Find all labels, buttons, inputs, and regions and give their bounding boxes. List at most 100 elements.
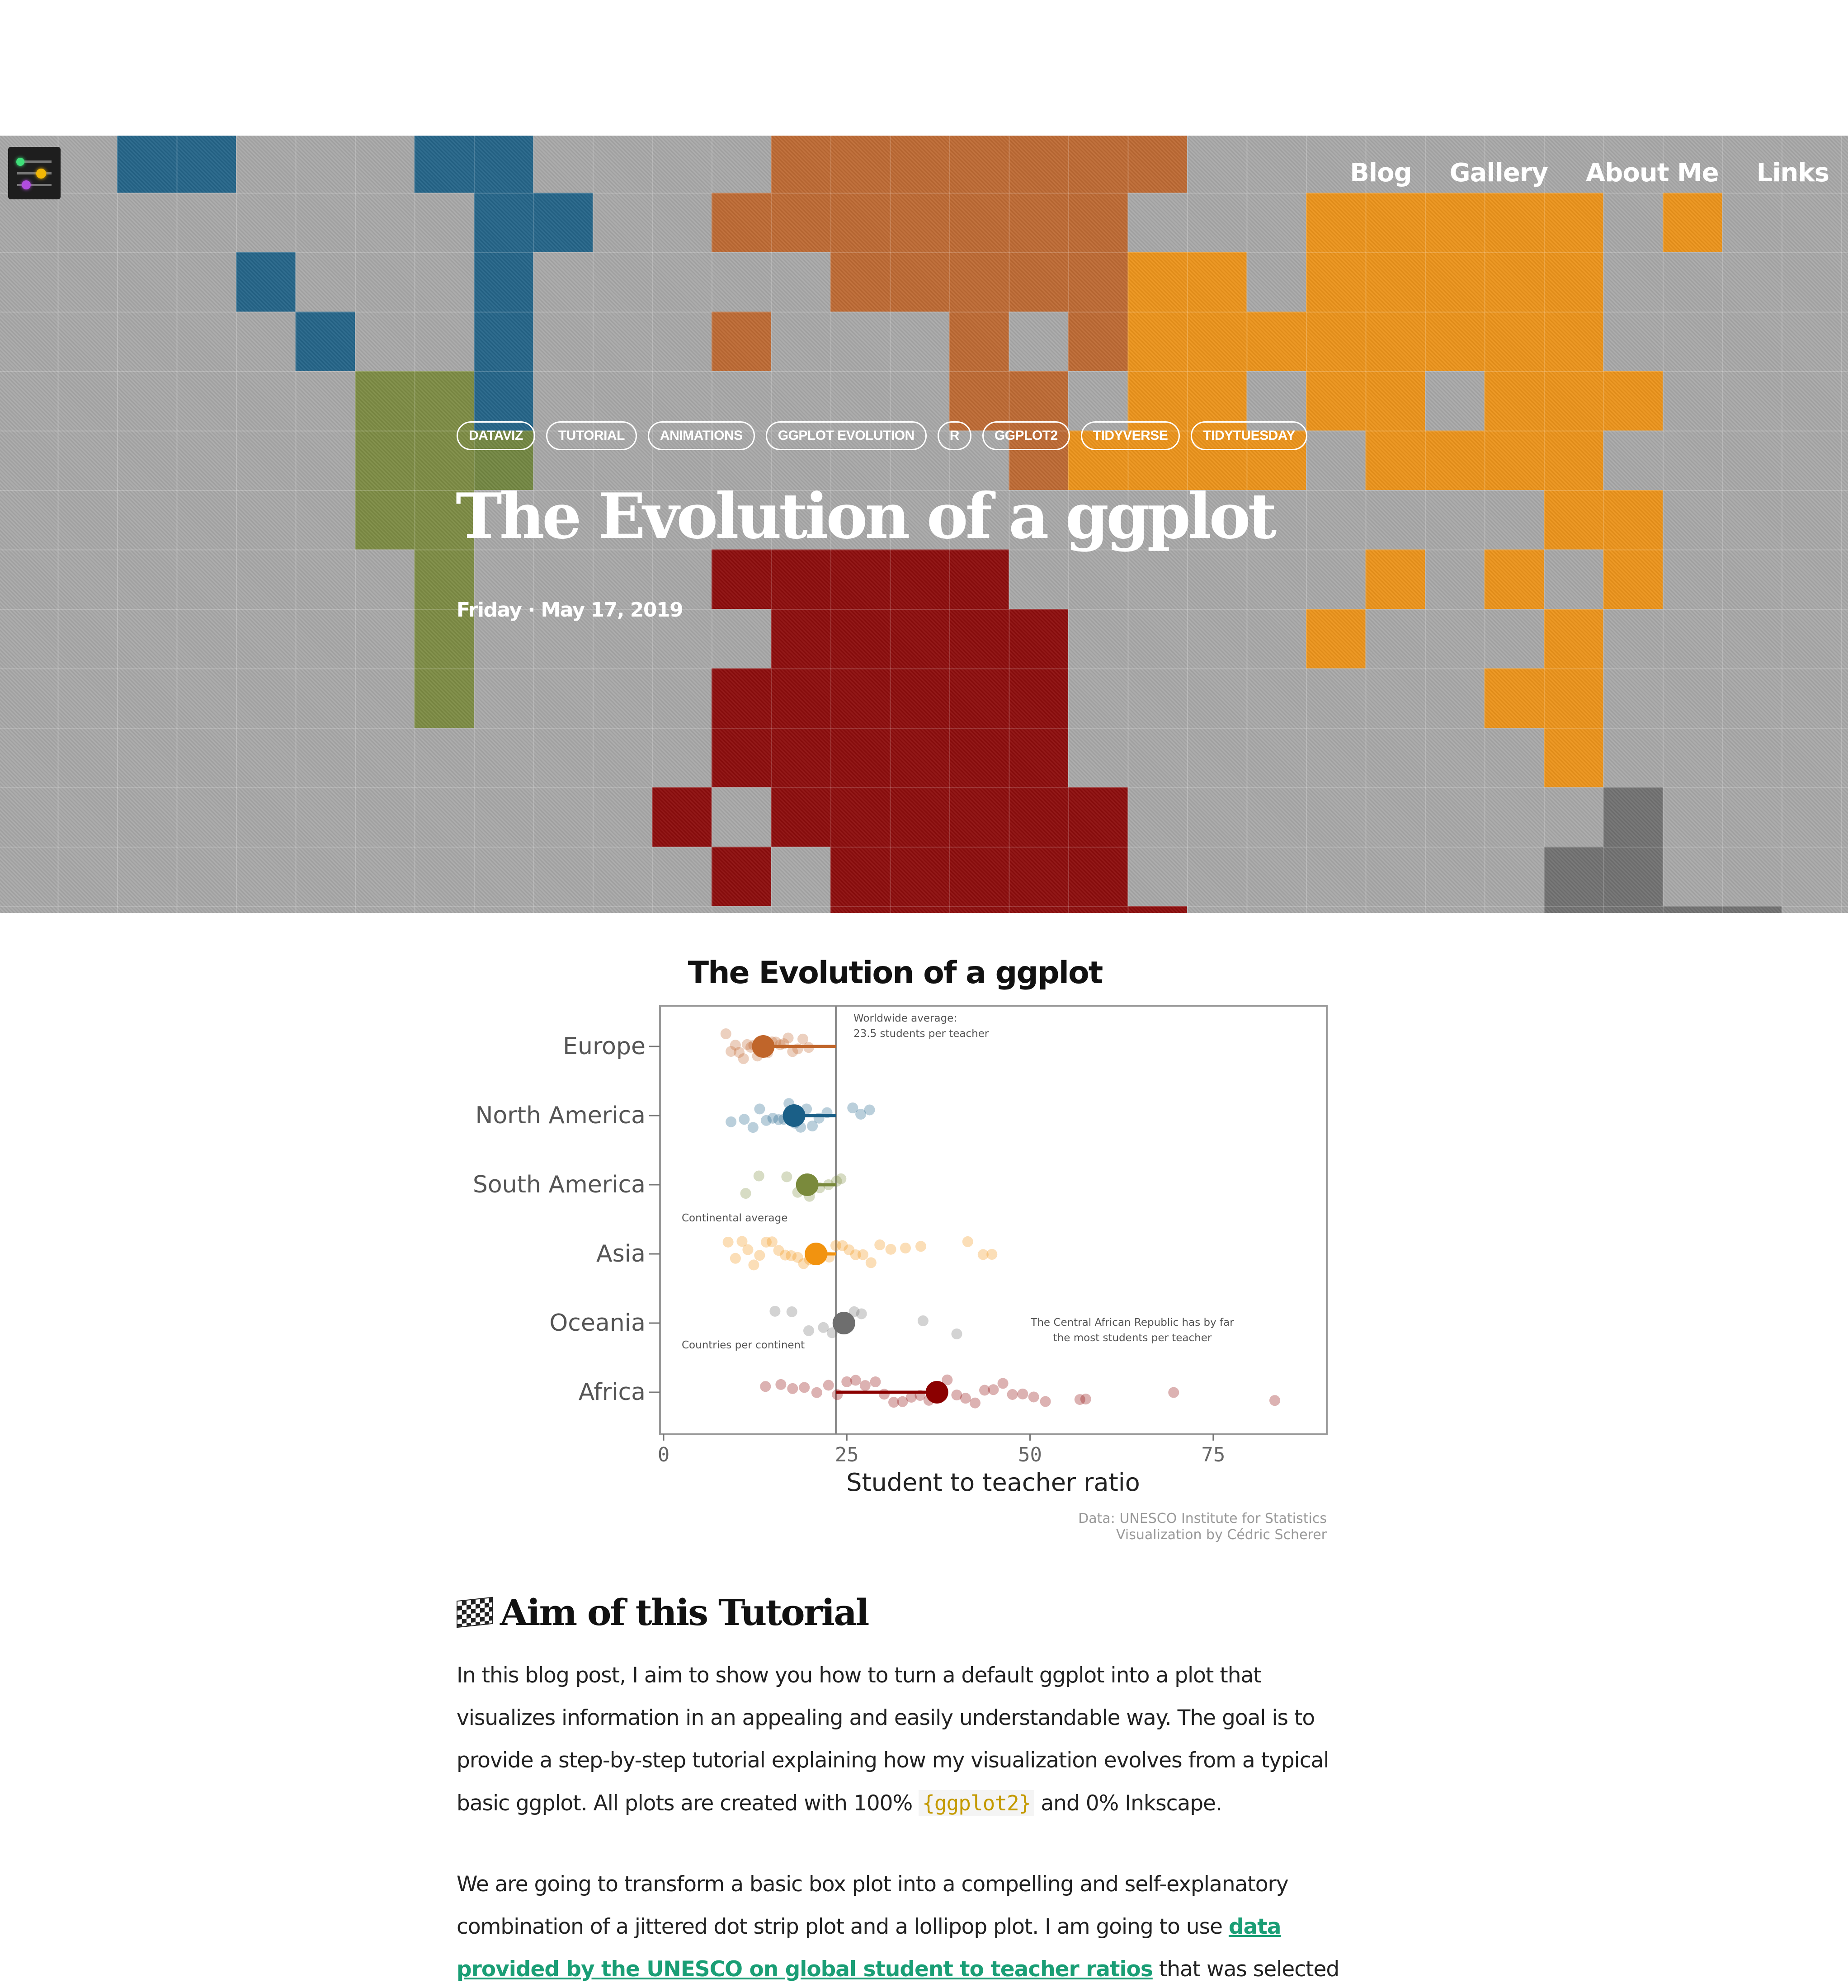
- country-point: [760, 1381, 771, 1392]
- nav-link-links[interactable]: Links: [1757, 158, 1829, 188]
- country-point: [885, 1244, 896, 1255]
- country-point: [1080, 1394, 1091, 1405]
- hero-tile: [1484, 430, 1544, 490]
- hero-tile: [949, 906, 1009, 913]
- hero-tile: [1127, 252, 1187, 312]
- second-text: We are going to transform a basic box pl…: [457, 1872, 1289, 1939]
- country-point: [960, 1393, 971, 1404]
- hero-tile: [890, 193, 949, 252]
- nav-link-gallery[interactable]: Gallery: [1450, 158, 1548, 188]
- hero-tile: [1306, 311, 1366, 371]
- hero-tile: [176, 136, 236, 193]
- country-point: [850, 1375, 861, 1386]
- hero-tile: [890, 906, 949, 913]
- country-point: [988, 1384, 999, 1395]
- country-point: [730, 1253, 741, 1264]
- hero-tile: [1068, 193, 1128, 252]
- hero-tile: [1365, 252, 1425, 312]
- country-point: [835, 1173, 847, 1184]
- hero-tile: [1544, 728, 1603, 787]
- y-tick-label: Africa: [579, 1379, 646, 1406]
- chart-caption: Visualization by Cédric Scherer: [1116, 1527, 1327, 1543]
- country-point: [740, 1188, 751, 1199]
- tag-dataviz[interactable]: DATAVIZ: [457, 421, 535, 450]
- hero-tile: [949, 609, 1009, 669]
- country-point: [799, 1382, 810, 1393]
- hero-tile: [830, 549, 890, 609]
- yellow-dot-icon: [36, 169, 46, 179]
- tag-r[interactable]: R: [937, 421, 971, 450]
- hero-tile: [1009, 787, 1068, 847]
- hero-tile: [890, 668, 949, 728]
- hero-tile: [474, 193, 533, 252]
- tag-tidytuesday[interactable]: TIDYTUESDAY: [1191, 421, 1307, 450]
- hero-tile: [1068, 252, 1128, 312]
- country-point: [856, 1308, 867, 1319]
- ggplot2-code: {ggplot2}: [919, 1790, 1035, 1816]
- x-tick-label: 25: [835, 1443, 859, 1466]
- hero-tile: [949, 193, 1009, 252]
- hero-tile: [1484, 549, 1544, 609]
- country-point: [766, 1236, 778, 1248]
- site-logo[interactable]: [8, 147, 61, 199]
- nav-link-blog[interactable]: Blog: [1350, 158, 1412, 188]
- hero-tile: [474, 136, 533, 193]
- country-point: [997, 1378, 1009, 1389]
- hero-tile: [236, 252, 296, 312]
- hero-tile: [1009, 193, 1068, 252]
- hero-tile: [949, 787, 1009, 847]
- hero-tile: [1068, 847, 1128, 906]
- hero-tile: [771, 136, 830, 193]
- hero-tile: [1484, 371, 1544, 431]
- hero-tile: [712, 668, 771, 728]
- country-point: [1028, 1391, 1039, 1403]
- hero-tile: [474, 311, 533, 371]
- tag-tidyverse[interactable]: TIDYVERSE: [1080, 421, 1180, 450]
- hero-tile: [1068, 311, 1128, 371]
- hero-tile: [355, 430, 415, 490]
- tag-tutorial[interactable]: TUTORIAL: [546, 421, 637, 450]
- country-point: [878, 1389, 890, 1400]
- hero-tile: [949, 311, 1009, 371]
- country-point: [739, 1114, 750, 1125]
- hero-tile: [1603, 847, 1663, 906]
- country-point: [857, 1249, 868, 1260]
- country-point: [870, 1376, 881, 1388]
- annotation-countries-per-continent: Countries per continent: [682, 1339, 805, 1351]
- hero-tile: [1484, 311, 1544, 371]
- country-point: [874, 1239, 886, 1250]
- country-point: [753, 1170, 764, 1182]
- hero-tile: [117, 136, 177, 193]
- country-point: [726, 1116, 737, 1127]
- tag-animations[interactable]: ANIMATIONS: [647, 421, 755, 450]
- hero-tile: [1365, 430, 1425, 490]
- hero-tile: [949, 668, 1009, 728]
- hero-tile: [652, 787, 712, 847]
- hero-tile: [1009, 906, 1068, 913]
- hero-tile: [1603, 906, 1663, 913]
- hero-tile: [1365, 549, 1425, 609]
- hero-tile: [771, 728, 830, 787]
- hero-tile: [1306, 371, 1366, 431]
- hero-tile: [712, 549, 771, 609]
- continent-average-point: [796, 1173, 819, 1196]
- tag-ggplot-evolution[interactable]: GGPLOT EVOLUTION: [765, 421, 927, 450]
- post-title: The Evolution of a ggplot: [456, 479, 1277, 553]
- hero-tile: [1127, 311, 1187, 371]
- hero-tile: [533, 193, 593, 252]
- y-tick-label: South America: [473, 1171, 646, 1198]
- country-point: [1269, 1395, 1281, 1406]
- country-point: [738, 1053, 749, 1065]
- tag-ggplot2[interactable]: GGPLOT2: [982, 421, 1070, 450]
- hero-tile: [1365, 193, 1425, 252]
- hero-tile: [712, 847, 771, 906]
- nav-link-about-me[interactable]: About Me: [1586, 158, 1719, 188]
- hero-tile: [1127, 906, 1187, 913]
- hero-tile: [830, 787, 890, 847]
- hero-tile: [355, 371, 415, 431]
- hero-tile: [949, 549, 1009, 609]
- hero-tile: [771, 193, 830, 252]
- y-tick-label: Oceania: [549, 1310, 646, 1337]
- intro-text-end: and 0% Inkscape.: [1034, 1791, 1222, 1816]
- country-point: [754, 1250, 765, 1261]
